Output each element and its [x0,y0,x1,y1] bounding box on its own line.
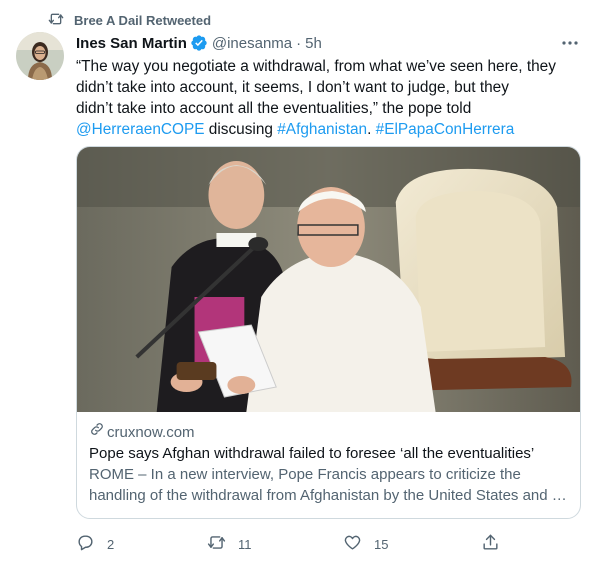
hashtag-link[interactable]: #Afghanistan [277,121,367,138]
retweet-icon [48,11,64,30]
tweet-text-line: didn’t take into account, it seems, I do… [76,79,509,96]
mention-link[interactable]: @HerreraenCOPE [76,121,205,138]
link-card[interactable]: cruxnow.com Pope says Afghan withdrawal … [76,146,581,519]
card-image[interactable] [77,147,580,412]
reply-button[interactable]: 2 [76,533,114,555]
card-description-line: handling of the withdrawal from Afghanis… [89,487,568,504]
retweet-count: 11 [238,536,252,552]
card-info: cruxnow.com Pope says Afghan withdrawal … [77,412,580,506]
tweet-content: Ines San Martin @inesanma · 5h “The way … [76,32,584,140]
tweet-text-line: @HerreraenCOPE discusing #Afghanistan. #… [76,119,576,140]
card-domain: cruxnow.com [89,421,568,443]
retweet-context: Bree A Dail Retweeted [48,10,211,30]
tweet-text-line: “The way you negotiate a withdrawal, fro… [76,58,556,75]
tweet-timestamp[interactable]: 5h [305,35,322,52]
like-icon [343,533,362,555]
retweet-label[interactable]: Bree A Dail Retweeted [74,13,211,28]
like-button[interactable]: 15 [343,533,388,555]
tweet-actions: 2 11 15 [76,532,498,556]
header-separator: · [296,34,302,52]
verified-badge-icon [190,34,208,52]
card-description-line: ROME – In a new interview, Pope Francis … [89,466,521,483]
card-title[interactable]: Pope says Afghan withdrawal failed to fo… [89,443,568,464]
reply-count: 2 [107,536,115,552]
more-options-icon[interactable] [560,34,580,52]
tweet-header: Ines San Martin @inesanma · 5h [76,32,584,54]
author-name[interactable]: Ines San Martin [76,35,187,52]
reply-icon [76,533,95,555]
like-count: 15 [374,536,389,552]
card-description: ROME – In a new interview, Pope Francis … [89,464,568,506]
share-icon [481,533,500,555]
author-handle[interactable]: @inesanma [212,35,292,52]
share-button[interactable] [481,533,500,555]
hashtag-link[interactable]: #ElPapaConHerrera [376,121,515,138]
author-avatar[interactable] [16,32,64,80]
tweet-text-line: didn’t take into account all the eventua… [76,100,472,117]
retweet-icon [207,533,226,555]
link-icon [89,421,105,443]
retweet-button[interactable]: 11 [207,533,252,555]
tweet-text: “The way you negotiate a withdrawal, fro… [76,56,576,140]
card-domain-text: cruxnow.com [107,423,195,441]
tweet-text-fragment: . [367,121,376,138]
tweet-text-fragment: discusing [204,121,278,138]
